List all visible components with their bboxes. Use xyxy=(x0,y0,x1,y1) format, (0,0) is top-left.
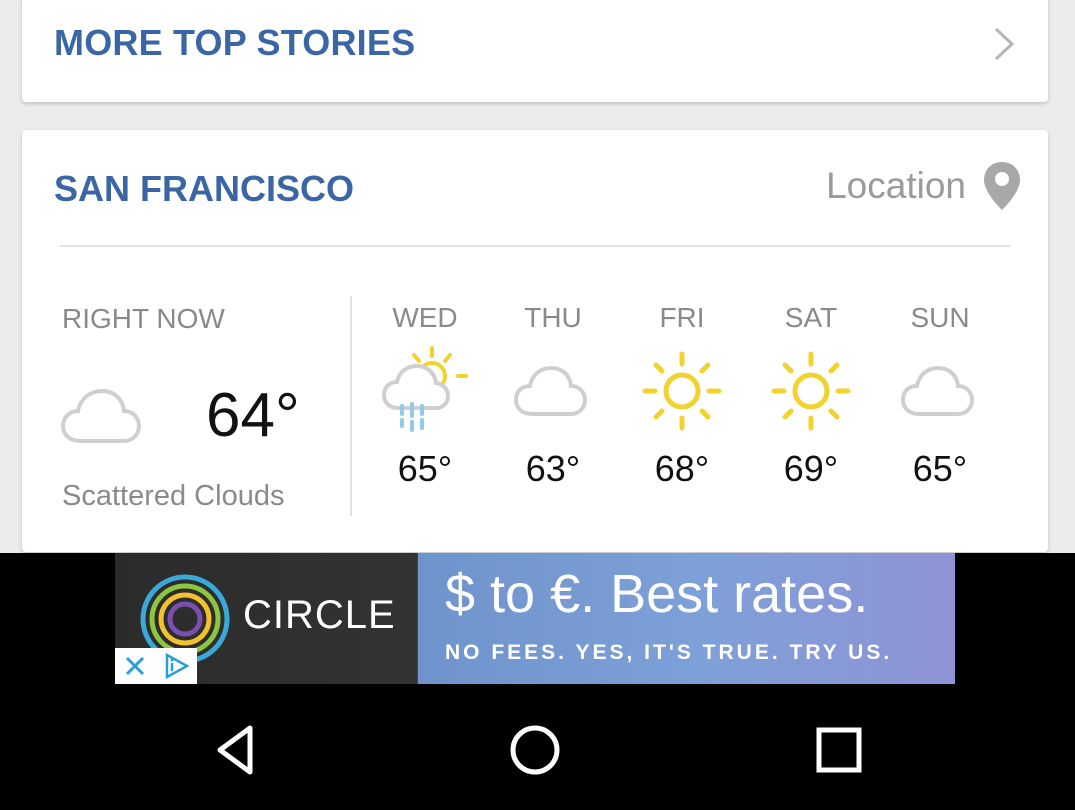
ad-headline: $ to €. Best rates. xyxy=(445,564,869,624)
current-condition: Scattered Clouds xyxy=(62,480,285,512)
forecast-temperature: 69° xyxy=(783,448,839,489)
right-now-label: RIGHT NOW xyxy=(62,303,225,334)
cloud-icon xyxy=(60,388,142,443)
forecast-day-name: WED xyxy=(392,302,458,333)
recents-icon[interactable] xyxy=(809,720,869,780)
ad-banner[interactable]: CIRCLE $ to €. Best rates. NO FEES. YES,… xyxy=(115,553,955,684)
forecast-day-name: SUN xyxy=(910,302,970,333)
ad-subline: NO FEES. YES, IT'S TRUE. TRY US. xyxy=(445,641,893,664)
close-icon[interactable] xyxy=(122,653,148,679)
navigation-bar xyxy=(0,700,1075,810)
current-temperature: 64° xyxy=(206,381,300,450)
home-icon[interactable] xyxy=(505,720,565,780)
sun-rain-icon xyxy=(381,346,468,432)
forecast-day-thu: THU 63° xyxy=(498,302,608,490)
forecast-temperature: 65° xyxy=(912,448,968,489)
weather-card: SAN FRANCISCO Location RIGHT NOW 64° Sca… xyxy=(22,130,1048,552)
sun-icon xyxy=(771,351,851,431)
forecast-day-name: THU xyxy=(524,302,582,333)
city-name: SAN FRANCISCO xyxy=(54,168,355,209)
back-icon[interactable] xyxy=(206,720,266,780)
adchoices-icon[interactable] xyxy=(161,651,191,681)
forecast-day-sat: SAT 69° xyxy=(756,302,866,490)
ad-controls xyxy=(115,648,197,684)
divider xyxy=(60,245,1010,247)
forecast-temperature: 63° xyxy=(525,448,581,489)
location-label: Location xyxy=(826,165,966,206)
sun-icon xyxy=(642,351,722,431)
forecast-day-name: FRI xyxy=(659,302,705,333)
forecast-temperature: 65° xyxy=(397,448,453,489)
cloud-icon xyxy=(513,365,588,416)
forecast-temperature: 68° xyxy=(654,448,710,489)
forecast-day-wed: WED 65° xyxy=(370,302,480,490)
screen: MORE TOP STORIES SAN FRANCISCO Location … xyxy=(0,0,1075,810)
forecast-day-sun: SUN 65° xyxy=(885,302,995,490)
cloud-icon xyxy=(900,365,975,416)
ad-brand: CIRCLE xyxy=(243,593,396,637)
location-pin-icon xyxy=(984,162,1020,210)
location-button[interactable]: Location xyxy=(826,160,1022,212)
forecast-day-name: SAT xyxy=(784,302,838,333)
more-top-stories-label: MORE TOP STORIES xyxy=(54,22,416,63)
more-top-stories-card[interactable]: MORE TOP STORIES xyxy=(22,0,1048,102)
chevron-right-icon[interactable] xyxy=(988,24,1022,64)
vertical-divider xyxy=(350,296,352,516)
forecast-day-fri: FRI 68° xyxy=(627,302,737,490)
